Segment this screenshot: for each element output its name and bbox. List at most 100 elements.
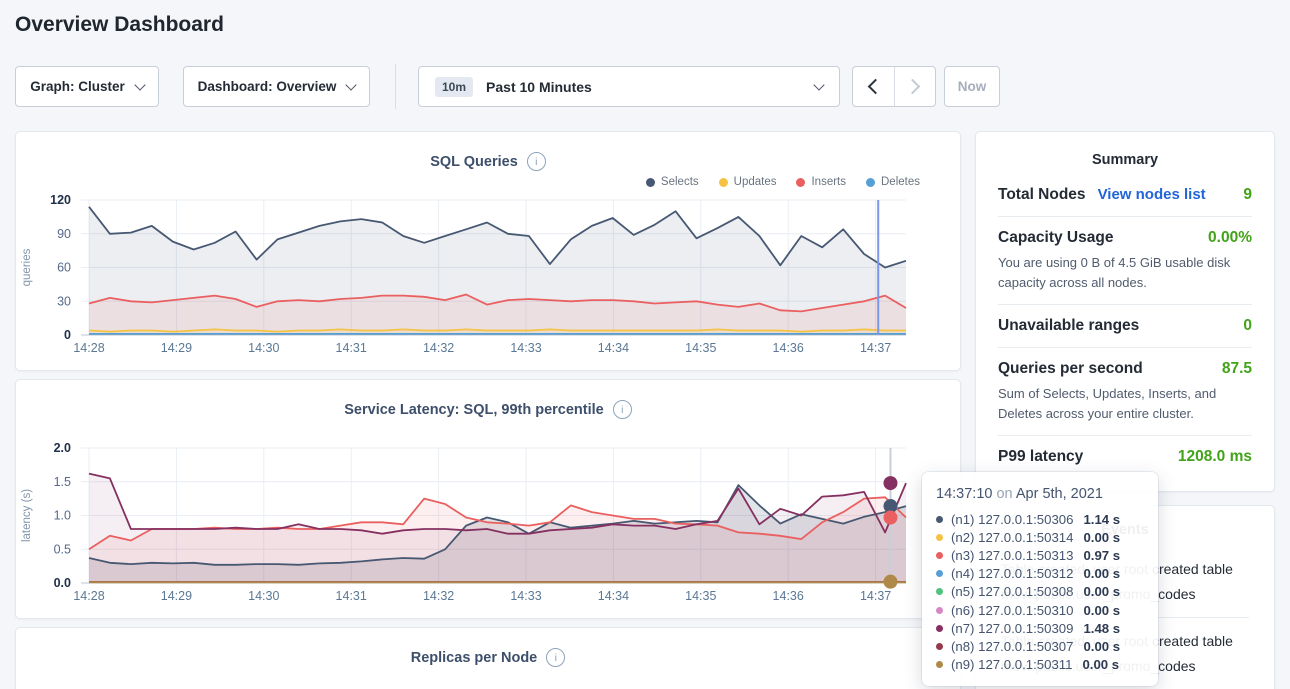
node-address: (n4) 127.0.0.1:50312 (951, 566, 1073, 581)
tooltip-time: 14:37:10 (936, 486, 992, 502)
node-latency-value: 0.00 s (1083, 639, 1120, 654)
node-latency-value: 0.00 s (1082, 657, 1119, 672)
legend-item[interactable]: Updates (719, 176, 777, 188)
service-latency-chart-card: Service Latency: SQL, 99th percentile i … (15, 379, 961, 619)
node-address: (n6) 127.0.0.1:50310 (951, 603, 1073, 618)
graph-dropdown[interactable]: Graph: Cluster (15, 66, 159, 107)
legend-item[interactable]: Deletes (866, 176, 920, 188)
legend-color-dot (719, 178, 728, 187)
node-color-dot (936, 625, 943, 632)
node-address: (n1) 127.0.0.1:50306 (951, 512, 1073, 527)
legend-color-dot (796, 178, 805, 187)
node-latency-value: 0.00 s (1083, 530, 1120, 545)
node-color-dot (936, 516, 943, 523)
time-nav-group (852, 66, 936, 107)
node-color-dot (936, 552, 943, 559)
graph-dropdown-label: Graph: Cluster (30, 79, 125, 94)
node-color-dot (936, 534, 943, 541)
time-back-button[interactable] (853, 67, 894, 106)
legend-label: Selects (661, 176, 699, 188)
node-latency-value: 0.00 s (1083, 566, 1120, 581)
svg-text:14:37: 14:37 (860, 341, 891, 355)
now-button[interactable]: Now (944, 66, 1000, 107)
legend-item[interactable]: Selects (646, 176, 699, 188)
summary-panel: Summary Total Nodes View nodes list 9 Ca… (975, 131, 1275, 492)
tooltip-node-row: (n3) 127.0.0.1:50313 0.97 s (936, 546, 1144, 564)
service-latency-chart[interactable]: 14:2814:2914:3014:3114:3214:3314:3414:35… (16, 438, 962, 610)
node-address: (n7) 127.0.0.1:50309 (951, 621, 1073, 636)
node-color-dot (936, 643, 943, 650)
svg-text:14:32: 14:32 (423, 589, 454, 603)
svg-text:0: 0 (64, 328, 71, 342)
sql-queries-chart-card: SQL Queries i Selects Updates Inserts De… (15, 131, 961, 371)
summary-metric-description: Sum of Selects, Updates, Inserts, and De… (998, 384, 1252, 423)
svg-text:14:34: 14:34 (598, 341, 629, 355)
summary-metric-value: 87.5 (1222, 360, 1252, 378)
legend-color-dot (646, 178, 655, 187)
svg-text:14:28: 14:28 (73, 341, 104, 355)
node-address: (n8) 127.0.0.1:50307 (951, 639, 1073, 654)
svg-text:14:29: 14:29 (161, 589, 192, 603)
tooltip-separator: on (996, 486, 1012, 502)
node-color-dot (936, 607, 943, 614)
summary-metric-label: Total Nodes (998, 186, 1086, 204)
svg-text:120: 120 (50, 193, 71, 207)
tooltip-node-row: (n4) 127.0.0.1:50312 0.00 s (936, 565, 1144, 583)
svg-text:14:31: 14:31 (336, 341, 367, 355)
chevron-down-icon (346, 79, 357, 90)
now-button-label: Now (958, 79, 987, 94)
summary-row: Total Nodes View nodes list 9 (998, 174, 1252, 217)
page-title: Overview Dashboard (15, 13, 224, 37)
view-nodes-list-link[interactable]: View nodes list (1098, 186, 1206, 203)
info-icon[interactable]: i (613, 400, 632, 419)
tooltip-node-row: (n1) 127.0.0.1:50306 1.14 s (936, 510, 1144, 528)
summary-row: Capacity Usage 0.00% You are using 0 B o… (998, 217, 1252, 305)
chevron-down-icon (813, 79, 824, 90)
tooltip-node-row: (n8) 127.0.0.1:50307 0.00 s (936, 637, 1144, 655)
svg-text:1.5: 1.5 (54, 475, 71, 489)
chart-title: Service Latency: SQL, 99th percentile (344, 402, 604, 418)
chevron-down-icon (134, 79, 145, 90)
svg-text:14:36: 14:36 (773, 589, 804, 603)
svg-text:0.5: 0.5 (54, 542, 71, 556)
overview-dashboard-page: Overview Dashboard Graph: Cluster Dashbo… (0, 0, 1290, 689)
svg-text:14:33: 14:33 (510, 589, 541, 603)
tooltip-date: Apr 5th, 2021 (1016, 486, 1103, 502)
tooltip-node-row: (n9) 127.0.0.1:50311 0.00 s (936, 656, 1144, 674)
node-latency-value: 1.48 s (1083, 621, 1120, 636)
chart-hover-tooltip: 14:37:10 on Apr 5th, 2021 (n1) 127.0.0.1… (922, 472, 1158, 686)
sql-queries-chart[interactable]: 14:2814:2914:3014:3114:3214:3314:3414:35… (16, 190, 962, 362)
tooltip-rows: (n1) 127.0.0.1:50306 1.14 s (n2) 127.0.0… (936, 510, 1144, 674)
legend-item[interactable]: Inserts (796, 176, 846, 188)
summary-metric-description: You are using 0 B of 4.5 GiB usable disk… (998, 253, 1252, 292)
svg-text:1.0: 1.0 (54, 509, 71, 523)
svg-text:14:35: 14:35 (685, 341, 716, 355)
legend-label: Inserts (811, 176, 846, 188)
svg-text:14:30: 14:30 (248, 341, 279, 355)
dashboard-dropdown[interactable]: Dashboard: Overview (183, 66, 370, 107)
node-latency-value: 0.00 s (1083, 584, 1120, 599)
svg-text:14:36: 14:36 (773, 341, 804, 355)
svg-text:14:28: 14:28 (73, 589, 104, 603)
svg-text:90: 90 (57, 227, 71, 241)
node-color-dot (936, 570, 943, 577)
svg-text:14:35: 14:35 (685, 589, 716, 603)
info-icon[interactable]: i (546, 648, 565, 667)
summary-metric-value: 1208.0 ms (1178, 448, 1252, 466)
time-range-selector[interactable]: 10m Past 10 Minutes (418, 66, 840, 107)
info-icon[interactable]: i (527, 152, 546, 171)
time-forward-button[interactable] (894, 67, 936, 106)
node-latency-value: 1.14 s (1083, 512, 1120, 527)
chevron-left-icon (867, 79, 883, 95)
legend-label: Deletes (881, 176, 920, 188)
node-latency-value: 0.00 s (1083, 603, 1120, 618)
node-color-dot (936, 588, 943, 595)
svg-text:0.0: 0.0 (54, 576, 71, 590)
summary-rows: Total Nodes View nodes list 9 Capacity U… (998, 174, 1252, 478)
sql-legend: Selects Updates Inserts Deletes (646, 176, 920, 188)
replicas-per-node-chart-card: Replicas per Node i (15, 627, 961, 689)
svg-text:30: 30 (57, 294, 71, 308)
tooltip-node-row: (n5) 127.0.0.1:50308 0.00 s (936, 583, 1144, 601)
node-address: (n2) 127.0.0.1:50314 (951, 530, 1073, 545)
node-address: (n5) 127.0.0.1:50308 (951, 584, 1073, 599)
